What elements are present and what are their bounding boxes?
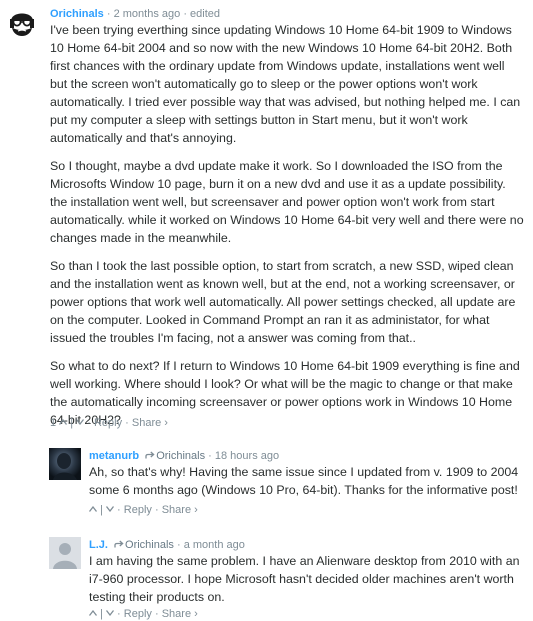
reply-link[interactable]: Reply	[124, 504, 152, 516]
timestamp[interactable]: 2 months ago	[114, 8, 181, 20]
comment-meta: Orichinals · 2 months ago · edited	[50, 8, 220, 20]
comment-paragraph: So than I took the last possible option,…	[50, 259, 516, 345]
reply-link[interactable]: Reply	[124, 608, 152, 620]
comment-body: Ah, so that's why! Having the same issue…	[89, 463, 527, 509]
avatar[interactable]	[49, 537, 81, 569]
reply-to-name: Orichinals	[156, 450, 206, 462]
vote-divider: |	[100, 608, 103, 620]
comment-paragraph: I am having the same problem. I have an …	[89, 554, 520, 604]
reply-to-name: Orichinals	[125, 539, 174, 551]
comment-paragraph: So I thought, maybe a dvd update make it…	[50, 159, 524, 245]
timestamp[interactable]: 18 hours ago	[215, 450, 279, 462]
vote-divider: |	[70, 417, 74, 429]
edited-label: edited	[190, 8, 221, 20]
caret-down-icon	[105, 506, 114, 512]
author-name[interactable]: L.J.	[89, 539, 108, 551]
comment-body: I've been trying everthing since updatin…	[50, 21, 525, 439]
upvote-button[interactable]	[89, 504, 97, 516]
avatar[interactable]	[4, 6, 40, 42]
comment: Orichinals · 2 months ago · edited I've …	[0, 0, 533, 440]
meta-separator: ·	[125, 417, 129, 429]
meta-separator: ·	[208, 450, 212, 462]
user-photo-avatar-icon	[49, 448, 81, 480]
comment-paragraph: I've been trying everthing since updatin…	[50, 23, 521, 145]
upvote-button[interactable]	[89, 608, 97, 620]
caret-up-icon	[89, 610, 97, 616]
meta-separator: ·	[87, 417, 91, 429]
vote-divider: |	[100, 504, 103, 516]
reply-to-link[interactable]: Orichinals	[111, 539, 177, 551]
downvote-button[interactable]	[105, 504, 114, 516]
caret-up-icon	[59, 419, 68, 425]
avatar[interactable]	[49, 448, 81, 480]
timestamp[interactable]: a month ago	[184, 539, 245, 551]
downvote-button[interactable]	[105, 608, 114, 620]
share-link[interactable]: Share ›	[162, 608, 198, 620]
meta-separator: ·	[154, 504, 159, 516]
meta-separator: ·	[117, 504, 121, 516]
reply-link[interactable]: Reply	[94, 417, 122, 429]
downvote-button[interactable]	[76, 417, 85, 429]
bearded-face-avatar-icon	[4, 6, 40, 42]
comment-meta: L.J. Orichinals · a month ago	[89, 539, 245, 551]
comment-footer: | · Reply · Share ›	[89, 608, 198, 620]
reply-to-link[interactable]: Orichinals	[142, 450, 208, 462]
author-name[interactable]: metanurb	[89, 450, 139, 462]
share-link[interactable]: Share ›	[132, 417, 168, 429]
comment-meta: metanurb Orichinals · 18 hours ago	[89, 450, 279, 462]
meta-separator: ·	[106, 8, 111, 20]
comment-body: I am having the same problem. I have an …	[89, 552, 527, 616]
meta-separator: ·	[176, 539, 181, 551]
comment-paragraph: Ah, so that's why! Having the same issue…	[89, 465, 519, 497]
comment-footer: 1 | · Reply · Share ›	[50, 417, 168, 429]
meta-separator: ·	[117, 608, 121, 620]
caret-down-icon	[105, 610, 114, 616]
reply-arrow-icon	[114, 540, 124, 548]
caret-down-icon	[76, 419, 85, 425]
vote-count: 1	[50, 417, 57, 429]
comment-footer: | · Reply · Share ›	[89, 504, 198, 516]
reply-comment: metanurb Orichinals · 18 hours ago Ah, s…	[0, 440, 533, 530]
caret-up-icon	[89, 506, 97, 512]
share-link[interactable]: Share ›	[162, 504, 198, 516]
meta-separator: ·	[183, 8, 187, 20]
reply-arrow-icon	[145, 451, 155, 459]
upvote-button[interactable]	[59, 417, 68, 429]
default-user-avatar-icon	[49, 537, 81, 569]
meta-separator: ·	[154, 608, 159, 620]
reply-comment: L.J. Orichinals · a month ago I am havin…	[0, 530, 533, 621]
author-name[interactable]: Orichinals	[50, 8, 104, 20]
